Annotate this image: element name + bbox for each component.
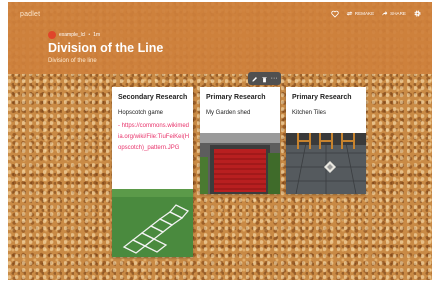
settings-button[interactable] — [413, 9, 422, 18]
trash-icon — [262, 76, 267, 82]
page-title: Division of the Line — [48, 41, 164, 55]
post-time: 1m — [93, 32, 101, 38]
separator-dot: • — [88, 32, 91, 38]
delete-button[interactable] — [261, 70, 268, 88]
header-actions: REMAKE SHARE — [331, 9, 422, 18]
post-card-garden-shed[interactable]: Primary Research My Garden shed — [200, 87, 280, 194]
heart-button[interactable] — [331, 10, 339, 18]
board-header: padlet REMAKE SHARE example_lcl • 1m Div… — [8, 2, 432, 74]
remake-label: REMAKE — [354, 11, 375, 16]
more-button[interactable]: ··· — [271, 75, 278, 82]
remake-icon — [346, 11, 353, 16]
hopscotch-image[interactable] — [112, 189, 193, 257]
card-title: Primary Research — [292, 94, 352, 101]
avatar[interactable] — [48, 31, 56, 39]
author-name[interactable]: example_lcl — [59, 32, 85, 38]
share-button[interactable]: SHARE — [381, 10, 406, 17]
card-body: Kitchen Tiles — [292, 110, 327, 116]
page-subtitle: Division of the line — [48, 58, 97, 64]
post-card-hopscotch[interactable]: Secondary Research Hopscotch game - http… — [112, 87, 193, 257]
card-body: My Garden shed — [206, 110, 251, 116]
share-icon — [382, 11, 388, 16]
garden-shed-image[interactable] — [200, 133, 280, 194]
card-link[interactable]: - https://commons.wikimedia.org/wiki/Fil… — [118, 121, 190, 154]
card-title: Secondary Research — [118, 94, 188, 101]
card-title: Primary Research — [206, 94, 266, 101]
post-card-kitchen-tiles[interactable]: Primary Research Kitchen Tiles — [286, 87, 366, 194]
heart-icon — [331, 10, 339, 18]
gear-icon — [414, 10, 421, 17]
card-body: Hopscotch game — [118, 110, 164, 116]
post-hover-toolbar: ··· — [248, 72, 281, 85]
padlet-board: padlet REMAKE SHARE example_lcl • 1m Div… — [8, 2, 432, 280]
edit-button[interactable] — [251, 70, 258, 88]
brand-logo[interactable]: padlet — [20, 11, 40, 18]
kitchen-tiles-image[interactable] — [286, 133, 366, 194]
share-label: SHARE — [390, 11, 406, 16]
remake-button[interactable]: REMAKE — [346, 10, 374, 17]
author-line: example_lcl • 1m — [48, 31, 100, 39]
pencil-icon — [252, 76, 258, 82]
